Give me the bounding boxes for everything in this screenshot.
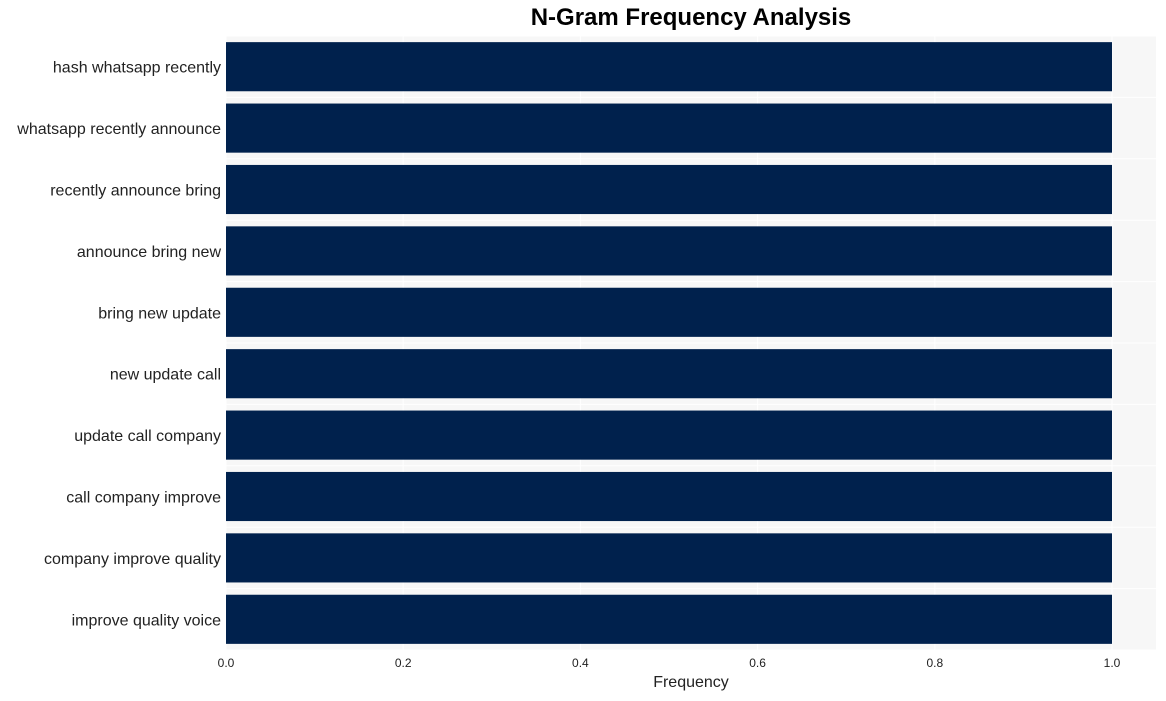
x-tick-label: 0.0 — [218, 656, 235, 670]
y-tick-label: update call company — [74, 428, 221, 445]
bar — [226, 349, 1112, 399]
bar — [226, 533, 1112, 583]
y-tick-label: recently announce bring — [50, 183, 221, 200]
x-tick-label: 1.0 — [1104, 656, 1121, 670]
bar — [226, 471, 1112, 522]
bar — [226, 287, 1112, 337]
bar — [226, 103, 1112, 153]
bar-chart: hash whatsapp recently whatsapp recently … — [16, 35, 1156, 670]
y-tick-label: hash whatsapp recently — [53, 60, 221, 77]
x-axis-label: Frequency — [653, 674, 729, 691]
y-tick-label: bring new update — [98, 305, 221, 322]
y-tick-label: whatsapp recently announce — [16, 121, 221, 138]
y-tick-label: announce bring new — [77, 244, 222, 261]
x-tick-label: 0.2 — [395, 656, 412, 670]
bar — [226, 42, 1112, 92]
bar — [226, 594, 1112, 644]
x-tick-label: 0.8 — [926, 656, 943, 670]
bar — [226, 226, 1112, 276]
bar — [226, 410, 1112, 460]
bar — [226, 164, 1112, 215]
x-tick-label: 0.4 — [572, 656, 589, 670]
x-tick-label: 0.6 — [749, 656, 766, 670]
y-tick-label: improve quality voice — [72, 612, 222, 629]
y-tick-label: new update call — [110, 367, 221, 384]
y-tick-label: call company improve — [66, 490, 221, 507]
y-tick-label: company improve quality — [44, 551, 221, 568]
